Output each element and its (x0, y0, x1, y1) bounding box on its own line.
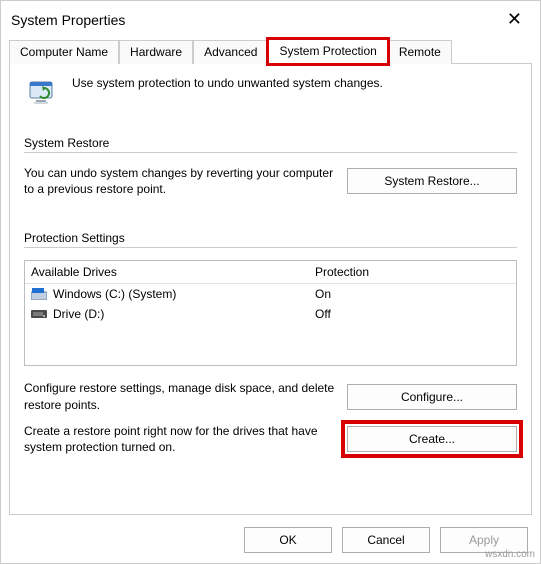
system-protection-icon (24, 76, 60, 112)
drive-protection: On (315, 287, 510, 301)
tab-strip: Computer Name Hardware Advanced System P… (1, 34, 540, 63)
tab-advanced[interactable]: Advanced (193, 40, 268, 64)
windows-drive-icon (31, 288, 47, 300)
window-title: System Properties (11, 12, 125, 28)
drive-name: Windows (C:) (System) (53, 287, 176, 301)
tab-system-protection[interactable]: System Protection (268, 39, 387, 64)
list-item[interactable]: Drive (D:) Off (25, 304, 516, 324)
create-button[interactable]: Create... (347, 426, 517, 452)
dialog-footer: OK Cancel Apply (1, 521, 540, 563)
intro-text: Use system protection to undo unwanted s… (72, 76, 383, 90)
ok-button[interactable]: OK (244, 527, 332, 553)
tab-remote[interactable]: Remote (388, 40, 452, 64)
system-restore-text: You can undo system changes by reverting… (24, 165, 337, 197)
cancel-button[interactable]: Cancel (342, 527, 430, 553)
tab-computer-name[interactable]: Computer Name (9, 40, 119, 64)
tab-panel-system-protection: Use system protection to undo unwanted s… (9, 63, 532, 515)
divider (24, 247, 517, 248)
hard-drive-icon (31, 308, 47, 320)
close-icon[interactable]: ✕ (499, 7, 530, 32)
header-protection: Protection (315, 265, 510, 279)
tab-hardware[interactable]: Hardware (119, 40, 193, 64)
drives-header: Available Drives Protection (25, 261, 516, 284)
header-available-drives: Available Drives (31, 265, 315, 279)
create-text: Create a restore point right now for the… (24, 423, 337, 455)
system-restore-title: System Restore (24, 136, 517, 150)
system-restore-button[interactable]: System Restore... (347, 168, 517, 194)
system-restore-group: System Restore You can undo system chang… (24, 136, 517, 207)
watermark-text: wsxdn.com (485, 549, 535, 560)
protection-settings-title: Protection Settings (24, 231, 517, 245)
drives-listbox[interactable]: Available Drives Protection Windows (C:)… (24, 260, 517, 366)
list-item[interactable]: Windows (C:) (System) On (25, 284, 516, 304)
drive-protection: Off (315, 307, 510, 321)
protection-settings-group: Protection Settings Available Drives Pro… (24, 231, 517, 465)
system-properties-window: System Properties ✕ Computer Name Hardwa… (0, 0, 541, 564)
divider (24, 152, 517, 153)
titlebar: System Properties ✕ (1, 1, 540, 34)
drive-name: Drive (D:) (53, 307, 104, 321)
intro-row: Use system protection to undo unwanted s… (24, 76, 517, 112)
configure-text: Configure restore settings, manage disk … (24, 380, 337, 412)
configure-button[interactable]: Configure... (347, 384, 517, 410)
